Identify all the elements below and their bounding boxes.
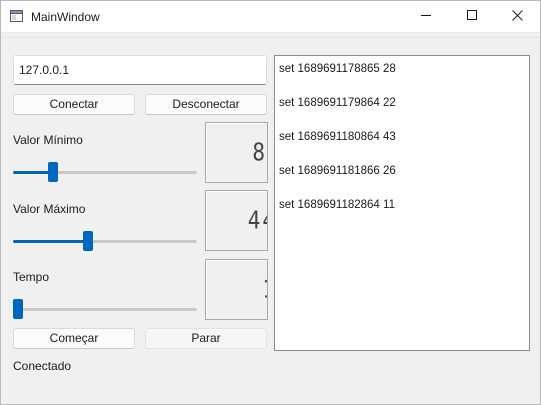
message-log-list[interactable]: set 1689691178865 28 set 1689691179864 2…	[274, 55, 530, 351]
min-value-display: 8	[252, 137, 267, 167]
connection-status: Conectado	[13, 359, 72, 373]
time-slider[interactable]	[13, 299, 197, 319]
minimize-icon	[420, 10, 432, 24]
list-item[interactable]: set 1689691179864 22	[279, 95, 525, 129]
list-item[interactable]: set 1689691182864 11	[279, 197, 525, 231]
list-item[interactable]: set 1689691178865 28	[279, 61, 525, 95]
ip-address-input[interactable]	[13, 55, 267, 85]
time-slider-handle[interactable]	[13, 299, 23, 319]
app-window-icon	[10, 10, 23, 22]
menu-separator	[1, 37, 540, 38]
max-value-lcd: 44	[205, 190, 268, 251]
min-slider-fill	[13, 171, 53, 174]
min-value-label: Valor Mínimo	[13, 133, 83, 147]
maximize-icon	[466, 9, 478, 24]
list-item[interactable]: set 1689691180864 43	[279, 129, 525, 163]
start-button[interactable]: Começar	[13, 328, 135, 349]
window-title: MainWindow	[31, 10, 100, 24]
stop-button[interactable]: Parar	[145, 328, 267, 349]
max-value-slider[interactable]	[13, 231, 197, 251]
max-value-label: Valor Máximo	[13, 202, 86, 216]
min-slider-handle[interactable]	[48, 162, 58, 182]
disconnect-button[interactable]: Desconectar	[145, 94, 267, 115]
connect-button[interactable]: Conectar	[13, 94, 135, 115]
min-value-slider[interactable]	[13, 162, 197, 182]
max-value-display: 44	[247, 205, 267, 235]
close-icon	[511, 9, 523, 24]
min-value-lcd: 8	[205, 122, 268, 183]
title-bar[interactable]: MainWindow	[1, 1, 540, 33]
time-display: 1	[262, 275, 267, 304]
maximize-button[interactable]	[449, 1, 495, 32]
main-window: MainWindow Conectar Desconectar Valor Mí…	[0, 0, 541, 405]
minimize-button[interactable]	[403, 1, 449, 32]
time-lcd: 1	[205, 259, 268, 320]
list-item[interactable]: set 1689691181866 26	[279, 163, 525, 197]
close-button[interactable]	[494, 1, 540, 32]
max-slider-fill	[13, 240, 88, 243]
time-label: Tempo	[13, 270, 50, 284]
max-slider-handle[interactable]	[83, 231, 93, 251]
